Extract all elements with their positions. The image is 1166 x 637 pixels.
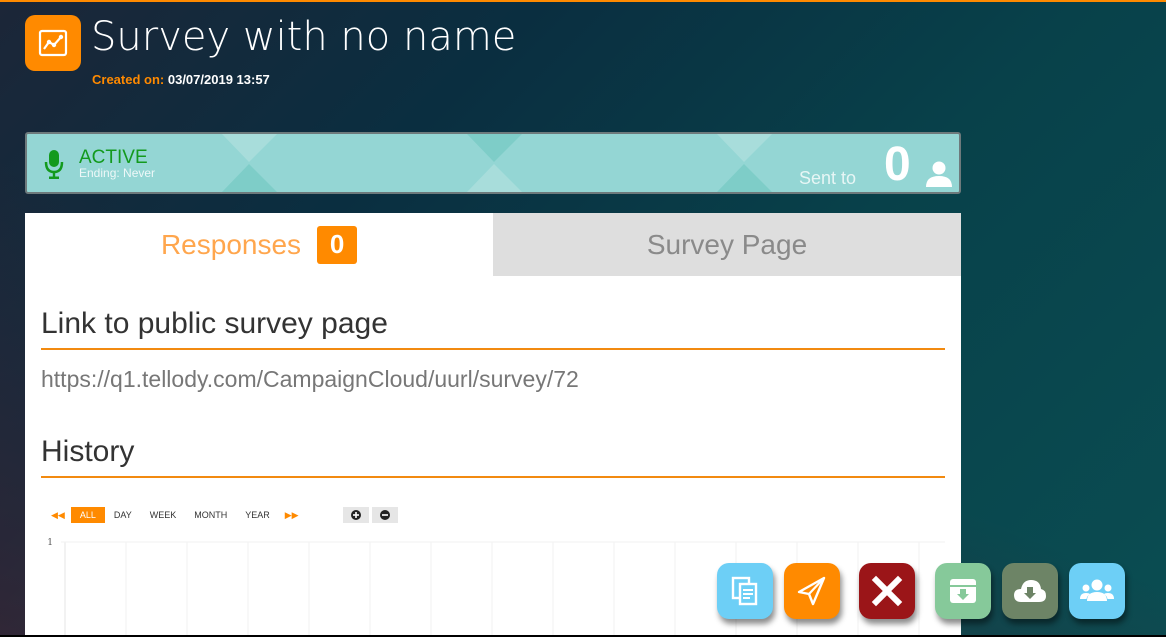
page-title: Survey with no name <box>91 14 517 60</box>
cloud-download-button[interactable] <box>1002 563 1058 619</box>
created-label: Created on: <box>92 72 165 87</box>
tab-survey-page-label: Survey Page <box>646 228 808 260</box>
chart-y-tick-label: 1 <box>47 538 53 548</box>
send-button[interactable] <box>784 563 840 619</box>
microphone-icon <box>44 150 64 179</box>
created-on: Created on: 03/07/2019 13:57 <box>92 72 270 87</box>
sent-count: 0 <box>884 138 911 191</box>
created-value: 03/07/2019 13:57 <box>167 72 270 87</box>
range-all-button[interactable]: ALL <box>70 507 105 523</box>
zoom-in-button[interactable] <box>342 507 369 523</box>
zoom-out-button[interactable] <box>371 507 398 523</box>
double-left-arrow-icon[interactable]: ◀◀ <box>45 510 71 521</box>
tab-responses-label: Responses <box>160 228 302 260</box>
status-panel: ACTIVE Ending: Never Sent to 0 <box>25 132 961 194</box>
link-section-divider <box>41 348 945 350</box>
history-section-title: History <box>41 435 135 468</box>
plus-circle-icon <box>350 510 361 520</box>
range-week-button[interactable]: WEEK <box>141 507 186 523</box>
range-day-button[interactable]: DAY <box>105 507 141 523</box>
top-accent-bar <box>0 0 1166 2</box>
copy-icon <box>731 576 758 606</box>
close-icon <box>871 575 903 607</box>
sent-to-label: Sent to <box>799 168 857 188</box>
link-section-title: Link to public survey page <box>41 307 388 340</box>
copy-button[interactable] <box>717 563 773 619</box>
delete-button[interactable] <box>859 563 915 619</box>
status-ending: Ending: Never <box>79 166 156 180</box>
user-icon <box>926 161 952 187</box>
archive-button[interactable] <box>935 563 991 619</box>
tab-responses[interactable]: Responses 0 <box>25 213 493 276</box>
line-chart-icon <box>38 29 68 57</box>
range-year-button[interactable]: YEAR <box>236 507 279 523</box>
double-right-arrow-icon[interactable]: ▶▶ <box>279 510 305 521</box>
cloud-download-icon <box>1014 580 1046 602</box>
history-range-bar: ◀◀ ALL DAY WEEK MONTH YEAR ▶▶ <box>45 507 401 523</box>
range-month-button[interactable]: MONTH <box>185 507 236 523</box>
app-icon <box>25 15 81 71</box>
public-survey-link[interactable]: https://q1.tellody.com/CampaignCloud/uur… <box>41 366 579 393</box>
minus-circle-icon <box>379 510 390 520</box>
history-section-divider <box>41 476 945 478</box>
responses-count-badge: 0 <box>317 225 358 264</box>
audience-button[interactable] <box>1069 563 1125 619</box>
tab-survey-page[interactable]: Survey Page <box>493 213 961 276</box>
archive-download-icon <box>950 579 976 603</box>
users-icon <box>1080 579 1114 601</box>
paper-plane-icon <box>797 576 826 606</box>
